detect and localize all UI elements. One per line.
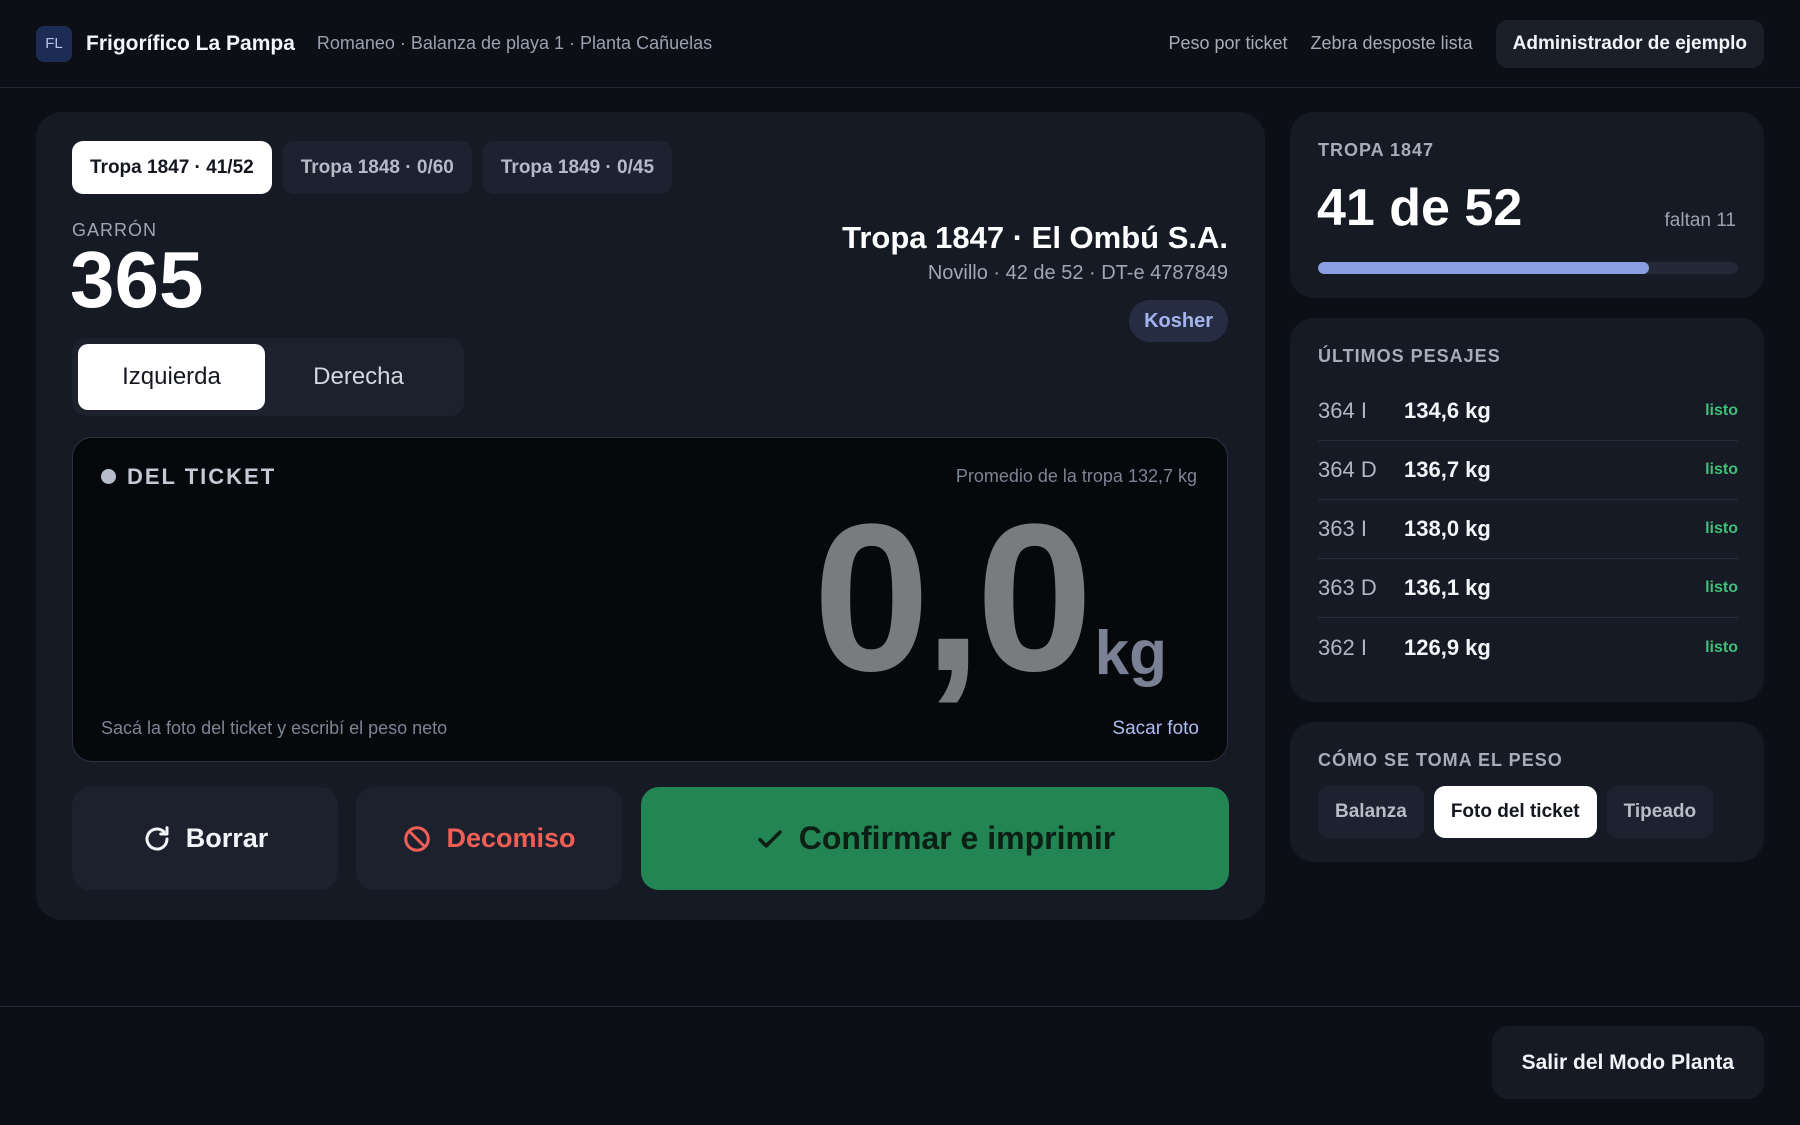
exit-plant-mode-button[interactable]: Salir del Modo Planta [1491, 1026, 1764, 1099]
method-typed-button[interactable]: Tipeado [1606, 786, 1714, 838]
weight-unit: kg [1094, 619, 1167, 688]
clear-button[interactable]: Borrar [72, 787, 338, 890]
footer-divider [0, 1006, 1800, 1007]
weighing-id: 364 D [1318, 457, 1377, 482]
decomiso-label: Decomiso [446, 823, 576, 853]
ticket-instructions: Sacá la foto del ticket y escribí el pes… [101, 718, 448, 738]
progress-remaining: faltan 11 [1664, 210, 1736, 231]
zebra-printer-link[interactable]: Zebra desposte lista [1311, 33, 1473, 54]
weighing-id: 363 I [1318, 516, 1367, 541]
check-icon [755, 824, 785, 854]
peso-por-ticket-link[interactable]: Peso por ticket [1168, 33, 1287, 54]
ticket-source-label: DEL TICKET [127, 464, 277, 489]
side-right-button[interactable]: Derecha [265, 344, 452, 410]
side-left-button[interactable]: Izquierda [78, 344, 265, 410]
weighing-id: 363 D [1318, 575, 1377, 600]
tab-tropa-1849[interactable]: Tropa 1849 · 0/45 [482, 141, 673, 194]
tab-tropa-1847[interactable]: Tropa 1847 · 41/52 [72, 141, 272, 194]
method-title: CÓMO SE TOMA EL PESO [1318, 750, 1563, 770]
take-photo-link[interactable]: Sacar foto [1112, 718, 1199, 740]
progress-title: TROPA 1847 [1318, 140, 1435, 160]
tropa-details: Novillo · 42 de 52 · DT-e 4787849 [927, 262, 1228, 284]
method-ticket-photo-button[interactable]: Foto del ticket [1433, 786, 1597, 838]
tropa-progress-card: TROPA 1847 41 de 52 faltan 11 [1290, 112, 1764, 298]
confirm-print-button[interactable]: Confirmar e imprimir [641, 787, 1229, 890]
top-bar: FL Frigorífico La Pampa Romaneo · Balanz… [0, 0, 1800, 88]
weighing-kg: 136,7 kg [1404, 457, 1491, 482]
tropa-title: Tropa 1847 · El Ombú S.A. [842, 220, 1228, 255]
weighing-status: listo [1705, 638, 1738, 656]
recent-weighings-card: ÚLTIMOS PESAJES 364 I 134,6 kg listo 364… [1290, 318, 1764, 702]
list-item[interactable]: 363 I 138,0 kg listo [1318, 500, 1738, 559]
weighing-kg: 136,1 kg [1404, 575, 1491, 600]
clear-label: Borrar [185, 823, 269, 853]
kosher-badge: Kosher [1129, 300, 1228, 342]
weighing-id: 364 I [1318, 398, 1367, 423]
user-menu-button[interactable]: Administrador de ejemplo [1495, 19, 1764, 68]
progress-bar-fill [1318, 262, 1649, 274]
weight-value: 0,0 [813, 480, 1093, 715]
confirm-label: Confirmar e imprimir [798, 820, 1116, 856]
ban-icon [402, 824, 432, 854]
list-item[interactable]: 364 I 134,6 kg listo [1318, 382, 1738, 441]
method-scale-button[interactable]: Balanza [1318, 786, 1424, 838]
weighing-method-card: CÓMO SE TOMA EL PESO Balanza Foto del ti… [1290, 722, 1764, 862]
weighing-kg: 134,6 kg [1404, 398, 1491, 423]
weighing-kg: 126,9 kg [1404, 634, 1491, 660]
tab-tropa-1848[interactable]: Tropa 1848 · 0/60 [282, 141, 472, 194]
refresh-icon [142, 824, 172, 854]
tropa-tabs: Tropa 1847 · 41/52 Tropa 1848 · 0/60 Tro… [72, 141, 673, 194]
brand-name: Frigorífico La Pampa [86, 31, 295, 55]
ticket-weight-display[interactable]: DEL TICKET Promedio de la tropa 132,7 kg… [72, 437, 1228, 762]
weighing-id: 362 I [1318, 634, 1367, 660]
decomiso-button[interactable]: Decomiso [356, 787, 622, 890]
status-dot-icon [101, 469, 116, 484]
weighing-panel: Tropa 1847 · 41/52 Tropa 1848 · 0/60 Tro… [36, 112, 1265, 920]
weighing-status: listo [1705, 402, 1738, 419]
recent-weighings-list: 364 I 134,6 kg listo 364 D 136,7 kg list… [1318, 382, 1738, 677]
half-selector: Izquierda Derecha [72, 338, 464, 416]
weighing-status: listo [1705, 579, 1738, 596]
weighing-status: listo [1705, 520, 1738, 537]
list-item[interactable]: 363 D 136,1 kg listo [1318, 559, 1738, 618]
app-logo: FL [36, 25, 72, 62]
garron-number: 365 [70, 235, 204, 324]
list-item[interactable]: 362 I 126,9 kg listo [1318, 618, 1738, 677]
method-selector: Balanza Foto del ticket Tipeado [1318, 786, 1714, 838]
list-item[interactable]: 364 D 136,7 kg listo [1318, 441, 1738, 500]
recent-weighings-title: ÚLTIMOS PESAJES [1318, 346, 1501, 366]
progress-bar [1318, 262, 1738, 274]
weighing-kg: 138,0 kg [1404, 516, 1491, 541]
progress-count: 41 de 52 [1317, 179, 1523, 237]
station-context: Romaneo · Balanza de playa 1 · Planta Ca… [316, 33, 713, 53]
weighing-status: listo [1705, 461, 1738, 478]
